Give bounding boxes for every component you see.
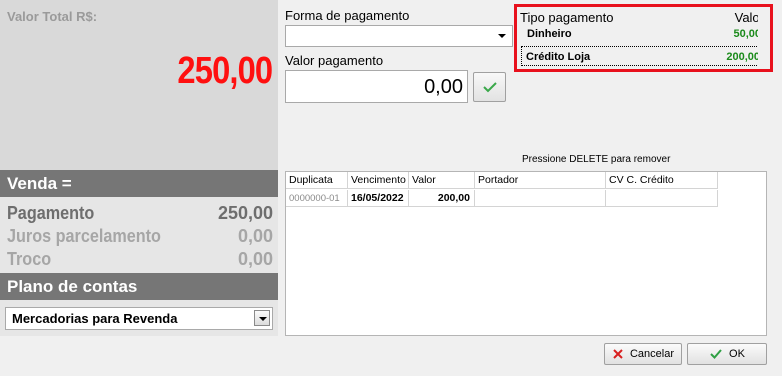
cell-cv-credito[interactable] xyxy=(606,190,718,207)
summary-row-troco: Troco 0,00 xyxy=(7,248,273,270)
summary-panel: Venda = Pagamento 250,00 Juros parcelame… xyxy=(0,170,278,336)
cancel-button[interactable]: Cancelar xyxy=(604,343,682,365)
summary-row-juros: Juros parcelamento 0,00 xyxy=(7,225,273,247)
installments-table: Duplicata Vencimento Valor Portador CV C… xyxy=(285,171,767,336)
delete-hint: Pressione DELETE para remover xyxy=(522,154,671,165)
ok-button[interactable]: OK xyxy=(687,343,767,365)
forma-select[interactable] xyxy=(285,25,513,47)
payment-type-header: Tipo pagamento xyxy=(520,10,614,25)
payment-row[interactable]: Dinheiro 50,00 xyxy=(523,24,765,44)
total-label: Valor Total R$: xyxy=(7,9,98,24)
column-header[interactable]: Portador xyxy=(475,172,606,189)
cell-duplicata[interactable]: 0000000-01 xyxy=(286,190,348,207)
total-panel: Valor Total R$: 250,00 xyxy=(0,0,278,170)
payment-value: 200,00 xyxy=(726,51,760,63)
chevron-down-icon[interactable] xyxy=(494,28,510,44)
summary-label: Pagamento xyxy=(7,203,95,223)
check-icon xyxy=(710,349,722,359)
column-header[interactable]: CV C. Crédito xyxy=(606,172,718,189)
check-icon xyxy=(483,82,497,93)
valor-label: Valor pagamento xyxy=(285,53,384,68)
payment-name: Crédito Loja xyxy=(526,51,591,63)
summary-value: 0,00 xyxy=(237,249,273,269)
total-value: 250,00 xyxy=(177,50,273,92)
valor-input[interactable]: 0,00 xyxy=(285,70,468,103)
ok-label: OK xyxy=(729,348,745,360)
summary-row-pagamento: Pagamento 250,00 xyxy=(7,202,273,224)
payment-name: Dinheiro xyxy=(527,28,572,40)
payment-value: 50,00 xyxy=(733,28,761,40)
cell-portador[interactable] xyxy=(475,190,606,207)
cell-valor[interactable]: 200,00 xyxy=(409,190,475,207)
summary-value: 0,00 xyxy=(237,226,273,246)
chevron-down-icon[interactable] xyxy=(254,310,270,326)
x-icon xyxy=(613,349,623,359)
summary-label: Troco xyxy=(7,249,52,269)
column-header[interactable]: Duplicata xyxy=(286,172,348,189)
column-header[interactable]: Valor xyxy=(409,172,475,189)
cancel-label: Cancelar xyxy=(629,348,675,360)
payment-dialog: Valor Total R$: 250,00 Venda = Pagamento… xyxy=(0,0,782,376)
summary-value: 250,00 xyxy=(217,203,273,223)
venda-header: Venda = xyxy=(0,170,278,197)
cell-vencimento[interactable]: 16/05/2022 xyxy=(348,190,409,207)
plano-header: Plano de contas xyxy=(0,273,278,300)
plano-select[interactable]: Mercadorias para Revenda xyxy=(5,307,273,330)
valor-input-value: 0,00 xyxy=(424,76,463,98)
payment-types-box: Tipo pagamento Valor Dinheiro 50,00 Créd… xyxy=(514,4,773,72)
confirm-value-button[interactable] xyxy=(473,72,506,102)
payment-scrollbar[interactable] xyxy=(758,9,768,67)
plano-select-value: Mercadorias para Revenda xyxy=(12,311,178,326)
summary-label: Juros parcelamento xyxy=(7,226,161,246)
forma-label: Forma de pagamento xyxy=(285,8,410,23)
column-header[interactable]: Vencimento xyxy=(348,172,409,189)
payment-row-selected[interactable]: Crédito Loja 200,00 xyxy=(521,46,765,66)
